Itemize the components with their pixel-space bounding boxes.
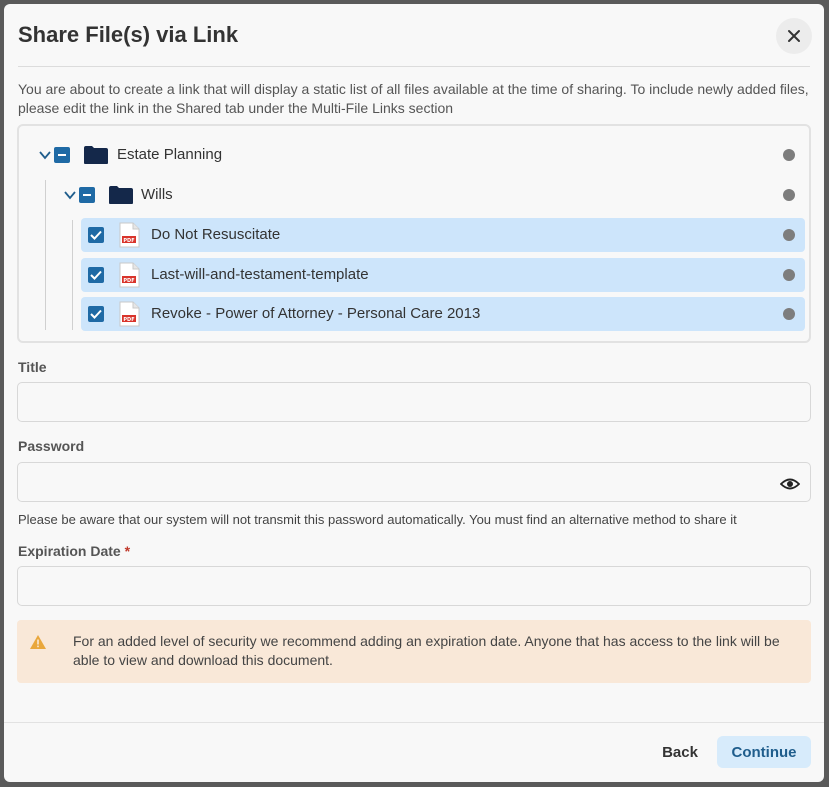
- tree-guide-line: [72, 220, 73, 330]
- dialog-description: You are about to create a link that will…: [18, 81, 809, 116]
- close-icon: [788, 30, 800, 42]
- dialog-header: Share File(s) via Link: [18, 18, 812, 60]
- root-folder-label: Estate Planning: [117, 146, 223, 163]
- file-label: Revoke - Power of Attorney - Personal Ca…: [151, 305, 481, 322]
- file-checkbox[interactable]: [88, 227, 104, 243]
- wills-checkbox[interactable]: [79, 187, 95, 203]
- file-tree: Estate Planning Wills PDF Do Not Resusci…: [17, 124, 811, 343]
- tree-row-wills[interactable]: Wills: [19, 178, 809, 212]
- password-input[interactable]: [17, 462, 811, 502]
- warning-icon: [30, 635, 46, 649]
- password-hint: Please be aware that our system will not…: [18, 512, 737, 527]
- pdf-icon: PDF: [119, 222, 140, 248]
- title-input[interactable]: [17, 382, 811, 422]
- title-label: Title: [18, 359, 47, 375]
- status-dot: [783, 149, 795, 161]
- file-checkbox[interactable]: [88, 267, 104, 283]
- pdf-icon: PDF: [119, 262, 140, 288]
- eye-icon[interactable]: [780, 476, 800, 492]
- warning-text: For an added level of security we recomm…: [73, 633, 780, 668]
- expiration-label: Expiration Date *: [18, 543, 130, 559]
- status-dot: [783, 189, 795, 201]
- status-dot: [783, 308, 795, 320]
- chevron-down-icon[interactable]: [38, 148, 52, 162]
- header-divider: [18, 66, 810, 67]
- tree-row-file[interactable]: PDF Do Not Resuscitate: [81, 218, 805, 252]
- share-dialog: Share File(s) via Link You are about to …: [4, 4, 824, 782]
- status-dot: [783, 229, 795, 241]
- continue-button[interactable]: Continue: [717, 736, 811, 768]
- back-button[interactable]: Back: [650, 736, 710, 768]
- file-label: Last-will-and-testament-template: [151, 266, 369, 283]
- dialog-title: Share File(s) via Link: [18, 22, 239, 47]
- pdf-badge: PDF: [123, 278, 134, 284]
- warning-banner: For an added level of security we recomm…: [17, 620, 811, 683]
- pdf-badge: PDF: [123, 317, 134, 323]
- tree-row-file[interactable]: PDF Revoke - Power of Attorney - Persona…: [81, 297, 805, 331]
- chevron-down-icon[interactable]: [63, 188, 77, 202]
- footer-divider: [4, 722, 824, 723]
- close-button[interactable]: [776, 18, 812, 54]
- folder-icon: [84, 146, 108, 164]
- tree-row-root[interactable]: Estate Planning: [19, 138, 809, 172]
- file-label: Do Not Resuscitate: [151, 226, 281, 243]
- wills-folder-label: Wills: [141, 186, 173, 203]
- password-label: Password: [18, 438, 85, 454]
- expiration-date-input[interactable]: [17, 566, 811, 606]
- checkmark-icon: [90, 270, 102, 280]
- checkmark-icon: [90, 230, 102, 240]
- tree-row-file[interactable]: PDF Last-will-and-testament-template: [81, 258, 805, 292]
- status-dot: [783, 269, 795, 281]
- root-checkbox[interactable]: [54, 147, 70, 163]
- pdf-badge: PDF: [123, 238, 134, 244]
- checkmark-icon: [90, 309, 102, 319]
- expiration-label-text: Expiration Date: [18, 543, 121, 559]
- pdf-icon: PDF: [119, 301, 140, 327]
- folder-icon: [109, 186, 133, 204]
- required-marker: *: [124, 543, 131, 559]
- file-checkbox[interactable]: [88, 306, 104, 322]
